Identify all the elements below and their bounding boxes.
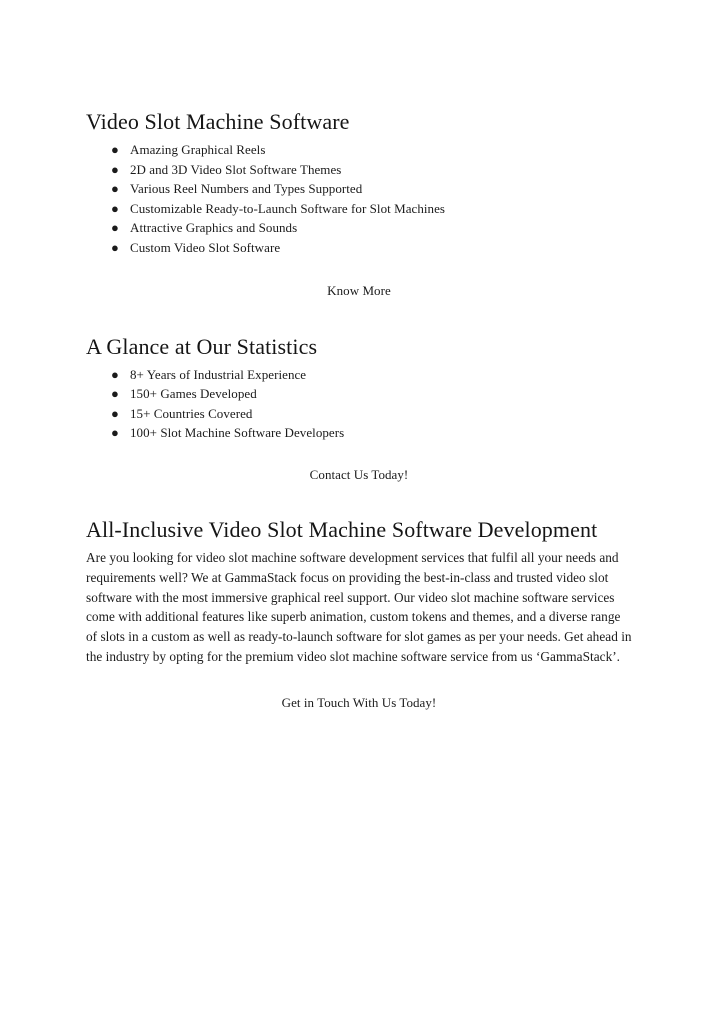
contact-us-link[interactable]: Contact Us Today!	[86, 465, 632, 484]
list-item-label: 8+ Years of Industrial Experience	[130, 366, 307, 382]
list-item: ● 100+ Slot Machine Software Developers	[86, 423, 632, 443]
body-paragraph: Are you looking for video slot machine s…	[86, 549, 632, 664]
content-column: Video Slot Machine Software ● Amazing Gr…	[86, 104, 632, 712]
document-page: Video Slot Machine Software ● Amazing Gr…	[0, 0, 720, 1017]
get-in-touch-link[interactable]: Get in Touch With Us Today!	[86, 693, 632, 712]
list-item: ● Customizable Ready-to-Launch Software …	[86, 199, 632, 219]
section-video-slot-machine-software: Video Slot Machine Software ● Amazing Gr…	[86, 104, 632, 300]
bullet-icon: ●	[111, 181, 119, 197]
list-item: ● Custom Video Slot Software	[86, 238, 632, 258]
list-item-label: Various Reel Numbers and Types Supported	[130, 181, 363, 197]
list-item-label: 15+ Countries Covered	[130, 405, 253, 421]
bullet-icon: ●	[111, 425, 119, 441]
section-all-inclusive-development: All-Inclusive Video Slot Machine Softwar…	[86, 512, 632, 712]
list-item-label: 2D and 3D Video Slot Software Themes	[130, 161, 342, 177]
bullet-icon: ●	[111, 161, 119, 177]
bullet-icon: ●	[111, 200, 119, 216]
list-item-label: Customizable Ready-to-Launch Software fo…	[130, 200, 446, 216]
list-item: ● 150+ Games Developed	[86, 384, 632, 404]
statistics-list: ● 8+ Years of Industrial Experience ● 15…	[86, 365, 632, 443]
list-item-label: Amazing Graphical Reels	[130, 142, 266, 157]
development-heading: All-Inclusive Video Slot Machine Softwar…	[86, 516, 598, 542]
list-item: ● Amazing Graphical Reels	[86, 140, 632, 160]
bullet-icon: ●	[111, 220, 119, 236]
statistics-heading: A Glance at Our Statistics	[86, 333, 318, 359]
bullet-icon: ●	[111, 366, 119, 382]
bullet-icon: ●	[111, 142, 119, 157]
list-item-label: 100+ Slot Machine Software Developers	[130, 425, 345, 441]
list-item-label: 150+ Games Developed	[130, 386, 257, 402]
list-item: ● 8+ Years of Industrial Experience	[86, 365, 632, 385]
list-item: ● 2D and 3D Video Slot Software Themes	[86, 160, 632, 180]
bullet-icon: ●	[111, 405, 119, 421]
list-item-label: Custom Video Slot Software	[130, 239, 281, 255]
feature-list: ● Amazing Graphical Reels ● 2D and 3D Vi…	[86, 140, 632, 258]
bullet-icon: ●	[111, 239, 119, 255]
list-item: ● Various Reel Numbers and Types Support…	[86, 179, 632, 199]
list-item: ● 15+ Countries Covered	[86, 404, 632, 424]
know-more-link[interactable]: Know More	[86, 281, 632, 300]
list-item: ● Attractive Graphics and Sounds	[86, 218, 632, 238]
page-title: Video Slot Machine Software	[86, 109, 350, 134]
bullet-icon: ●	[111, 386, 119, 402]
section-statistics: A Glance at Our Statistics ● 8+ Years of…	[86, 329, 632, 484]
list-item-label: Attractive Graphics and Sounds	[130, 220, 298, 236]
